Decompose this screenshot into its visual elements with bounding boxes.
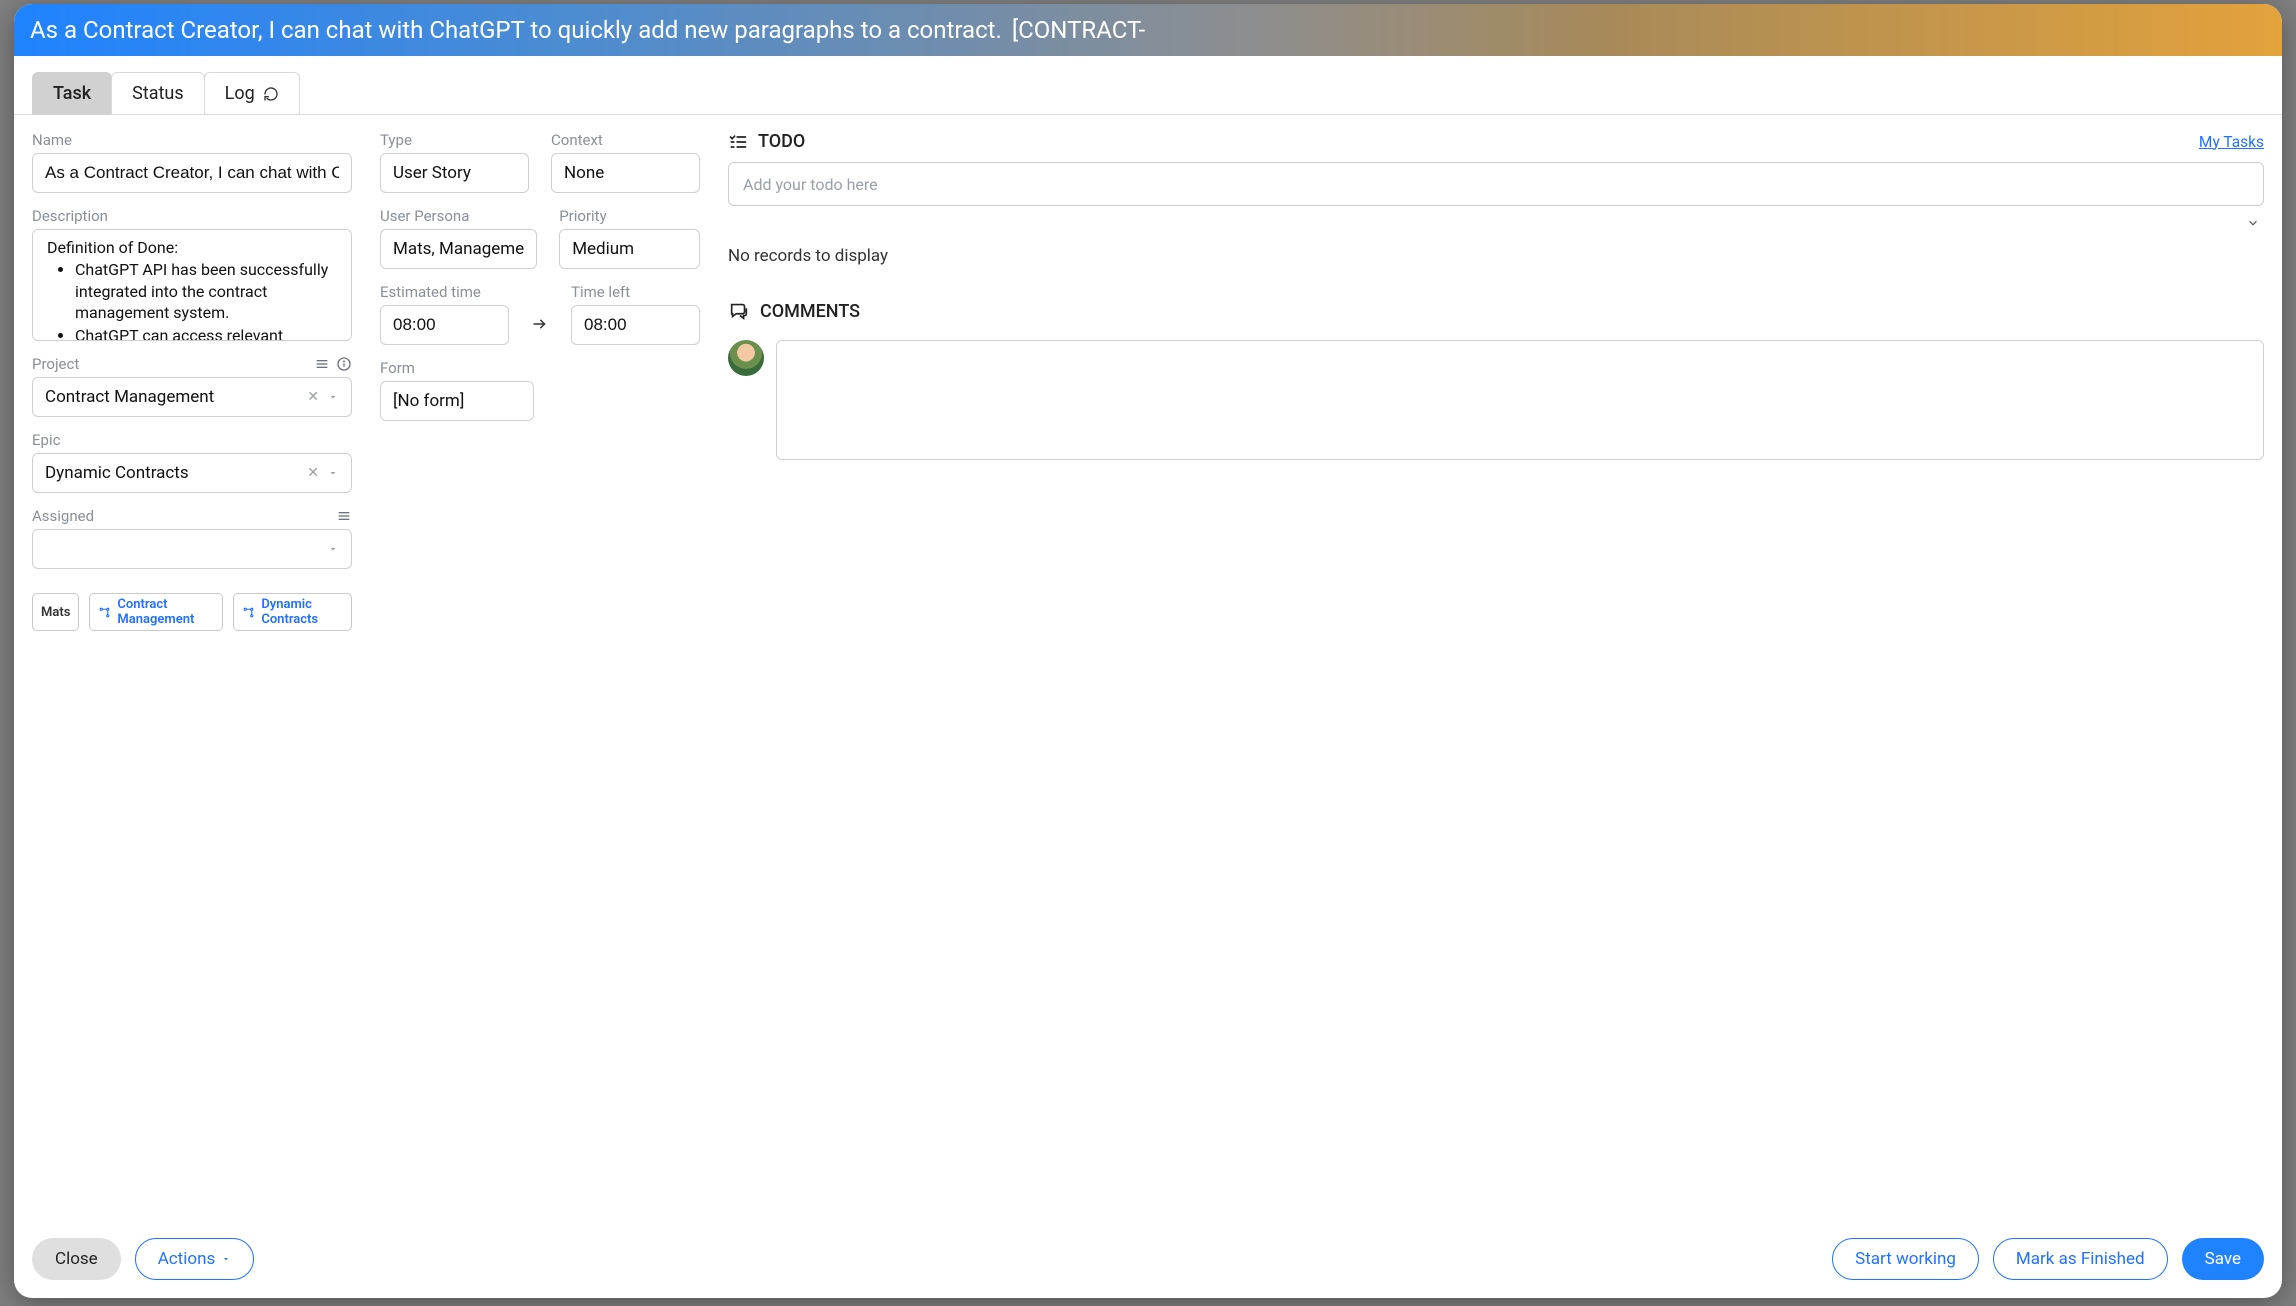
checklist-icon — [728, 132, 748, 152]
priority-select[interactable]: Medium — [559, 229, 700, 269]
assigned-select[interactable] — [32, 529, 352, 569]
estimated-time-input[interactable] — [380, 305, 509, 345]
avatar — [728, 340, 764, 376]
save-button[interactable]: Save — [2182, 1238, 2264, 1280]
context-select[interactable]: None — [551, 153, 700, 193]
todo-input[interactable]: Add your todo here — [728, 162, 2264, 206]
modal-issue-key: [CONTRACT- — [1012, 16, 1145, 44]
content: Name Description Definition of Done: Cha… — [14, 115, 2282, 1219]
footer: Close Actions Start working Mark as Fini… — [14, 1219, 2282, 1298]
tab-log[interactable]: Log — [204, 72, 300, 114]
mark-finished-button[interactable]: Mark as Finished — [1993, 1238, 2168, 1280]
list-icon[interactable] — [336, 508, 352, 524]
my-tasks-link[interactable]: My Tasks — [2199, 133, 2264, 151]
tag-mats[interactable]: Mats — [32, 593, 79, 631]
list-icon[interactable] — [314, 356, 330, 372]
field-type: Type User Story — [380, 131, 529, 193]
task-modal: As a Contract Creator, I can chat with C… — [14, 4, 2282, 1298]
actions-button[interactable]: Actions — [135, 1238, 255, 1280]
time-left-input[interactable] — [571, 305, 700, 345]
field-priority: Priority Medium — [559, 207, 700, 269]
comment-input[interactable] — [776, 340, 2264, 460]
tag-epic[interactable]: Dynamic Contracts — [233, 593, 352, 631]
chevron-down-icon — [221, 1254, 231, 1264]
field-epic: Epic Dynamic Contracts ✕ — [32, 431, 352, 493]
description-input[interactable]: Definition of Done: ChatGPT API has been… — [32, 229, 352, 341]
info-icon[interactable] — [336, 356, 352, 372]
close-button[interactable]: Close — [32, 1238, 121, 1280]
todo-header: TODO My Tasks — [728, 131, 2264, 152]
clear-icon[interactable]: ✕ — [307, 389, 319, 405]
field-user-persona: User Persona Mats, Manageme — [380, 207, 537, 269]
type-select[interactable]: User Story — [380, 153, 529, 193]
chevron-down-icon — [327, 391, 339, 403]
modal-title: As a Contract Creator, I can chat with C… — [30, 16, 1002, 44]
project-select[interactable]: Contract Management ✕ — [32, 377, 352, 417]
tabs: Task Status Log — [14, 56, 2282, 115]
clear-icon[interactable]: ✕ — [307, 465, 319, 481]
chevron-down-icon — [327, 543, 339, 555]
start-working-button[interactable]: Start working — [1832, 1238, 1979, 1280]
comments-icon — [728, 300, 750, 322]
arrow-right-icon — [531, 305, 549, 345]
refresh-icon[interactable] — [263, 86, 279, 102]
name-input[interactable] — [32, 153, 352, 193]
comments-header: COMMENTS — [728, 300, 2264, 322]
field-description: Description Definition of Done: ChatGPT … — [32, 207, 352, 341]
todo-empty: No records to display — [728, 246, 2264, 266]
field-form: Form [No form] — [380, 359, 534, 421]
field-time-left: Time left — [571, 283, 700, 345]
form-select[interactable]: [No form] — [380, 381, 534, 421]
user-persona-select[interactable]: Mats, Manageme — [380, 229, 537, 269]
title-bar: As a Contract Creator, I can chat with C… — [14, 4, 2282, 56]
epic-select[interactable]: Dynamic Contracts ✕ — [32, 453, 352, 493]
field-name: Name — [32, 131, 352, 193]
hierarchy-icon — [242, 606, 255, 619]
tags-row: Mats Contract Management Dynamic Contrac… — [32, 593, 352, 631]
field-context: Context None — [551, 131, 700, 193]
field-estimated-time: Estimated time — [380, 283, 509, 345]
tab-status[interactable]: Status — [111, 72, 204, 114]
tab-task[interactable]: Task — [32, 72, 112, 114]
tag-project[interactable]: Contract Management — [89, 593, 223, 631]
field-assigned: Assigned — [32, 507, 352, 569]
chevron-down-icon — [327, 467, 339, 479]
hierarchy-icon — [98, 606, 111, 619]
field-project: Project Contract Management ✕ — [32, 355, 352, 417]
chevron-down-icon[interactable] — [2246, 216, 2260, 230]
